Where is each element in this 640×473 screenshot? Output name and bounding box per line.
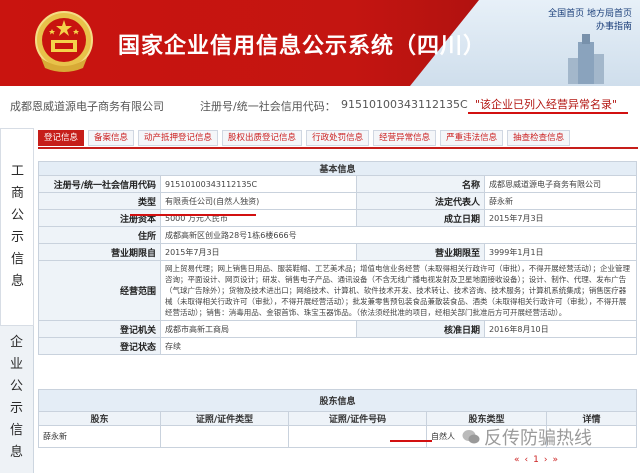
- rep-value: 薛永新: [483, 192, 638, 210]
- abnormal-underline: [468, 112, 628, 114]
- approve-label: 核准日期: [356, 320, 485, 338]
- col-id-number: 证照/证件号码: [288, 411, 427, 426]
- watermark-text: 反传防骗热线: [484, 428, 592, 449]
- site-header: 国家企业信用信息公示系统（四川） 全国首页 地方局首页 办事指南: [0, 0, 640, 86]
- tab-registration[interactable]: 登记信息: [38, 130, 85, 146]
- pager-page-1[interactable]: 1: [533, 455, 539, 465]
- status-value: 存续: [159, 337, 638, 355]
- side-label-gongshang[interactable]: 工商公示信息: [0, 128, 34, 326]
- address-value: 成都高新区创业路28号1栋6楼666号: [159, 226, 638, 244]
- header-links: 全国首页 地方局首页 办事指南: [548, 8, 632, 34]
- established-label: 成立日期: [356, 209, 485, 227]
- address-label: 住所: [38, 226, 161, 244]
- scope-value: 网上贸易代理；网上销售日用品、服装鞋帽、工艺美术品；增值电信业务经营（未取得相关…: [159, 260, 638, 321]
- status-label: 登记状态: [38, 337, 161, 355]
- abnormal-list-notice[interactable]: "该企业已列入经营异常名录": [475, 96, 617, 112]
- holder-type-underline: [390, 440, 432, 442]
- building-tower-icon: [568, 34, 604, 84]
- reg-code-row-value: 91510100343112135C: [160, 175, 357, 193]
- pager-prev[interactable]: ‹: [525, 455, 529, 465]
- type-highlight-underline: [130, 214, 256, 216]
- tab-filing[interactable]: 备案信息: [88, 130, 135, 146]
- capital-value: 5000 万元人民币: [160, 209, 357, 227]
- pager-first[interactable]: «: [514, 455, 520, 465]
- side-text-qiye: 企业公示信息: [10, 335, 24, 460]
- page-title: 国家企业信用信息公示系统（四川）: [118, 34, 487, 59]
- type-value: 有限责任公司(自然人独资): [160, 192, 357, 210]
- reg-code-label: 注册号/统一社会信用代码：: [200, 100, 336, 113]
- tab-underline: [38, 147, 638, 149]
- link-local-home[interactable]: 地方局首页: [587, 9, 632, 19]
- pagination: « ‹ 1 › »: [514, 455, 558, 465]
- basic-info-table: 基本信息 注册号/统一社会信用代码 91510100343112135C 名称 …: [37, 161, 638, 355]
- national-emblem-icon: [35, 11, 93, 72]
- term-to-value: 3999年1月1日: [483, 243, 638, 261]
- pager-last[interactable]: »: [552, 455, 558, 465]
- pager-next[interactable]: ›: [544, 455, 548, 465]
- authority-label: 登记机关: [38, 320, 161, 338]
- shareholder-name: 薛永新: [38, 425, 161, 448]
- info-tabs: 登记信息 备案信息 动产抵押登记信息 股权出质登记信息 行政处罚信息 经营异常信…: [38, 130, 640, 147]
- tab-inspection[interactable]: 抽查检查信息: [507, 130, 571, 146]
- tab-serious-violation[interactable]: 严重违法信息: [440, 130, 504, 146]
- col-id-type: 证照/证件类型: [160, 411, 289, 426]
- side-text-gongshang: 工商公示信息: [11, 164, 25, 289]
- authority-value: 成都市高新工商局: [160, 320, 357, 338]
- capital-label: 注册资本: [38, 209, 161, 227]
- scope-label: 经营范围: [38, 260, 161, 321]
- side-label-qiye[interactable]: 企业公示信息: [0, 326, 34, 473]
- type-label: 类型: [38, 192, 161, 210]
- tab-abnormal[interactable]: 经营异常信息: [373, 130, 437, 146]
- reg-code-row-label: 注册号/统一社会信用代码: [38, 175, 161, 193]
- established-value: 2015年7月3日: [483, 209, 638, 227]
- shareholder-id-no: [288, 425, 427, 448]
- tab-chattel-mortgage[interactable]: 动产抵押登记信息: [138, 130, 219, 146]
- tab-equity-pledge[interactable]: 股权出质登记信息: [222, 130, 303, 146]
- approve-value: 2016年8月10日: [483, 320, 638, 338]
- col-shareholder: 股东: [38, 411, 161, 426]
- shareholder-title: 股东信息: [37, 389, 638, 412]
- wechat-icon: [462, 430, 480, 444]
- term-from-label: 营业期限自: [38, 243, 161, 261]
- company-summary: 成都恩威道源电子商务有限公司 注册号/统一社会信用代码： 91510100343…: [0, 86, 640, 122]
- link-guide[interactable]: 办事指南: [596, 22, 632, 32]
- company-name: 成都恩威道源电子商务有限公司: [10, 100, 164, 113]
- rep-label: 法定代表人: [356, 192, 485, 210]
- wechat-watermark: 反传防骗热线: [462, 424, 592, 450]
- name-value: 成都恩威道源电子商务有限公司: [483, 175, 638, 193]
- name-label: 名称: [356, 175, 485, 193]
- tab-penalty[interactable]: 行政处罚信息: [306, 130, 370, 146]
- term-to-label: 营业期限至: [356, 243, 485, 261]
- term-from-value: 2015年7月3日: [160, 243, 357, 261]
- basic-info-title: 基本信息: [37, 161, 638, 176]
- shareholder-id-type: [160, 425, 289, 448]
- link-national-home[interactable]: 全国首页: [548, 9, 584, 19]
- reg-code-value: 91510100343112135C: [341, 98, 468, 111]
